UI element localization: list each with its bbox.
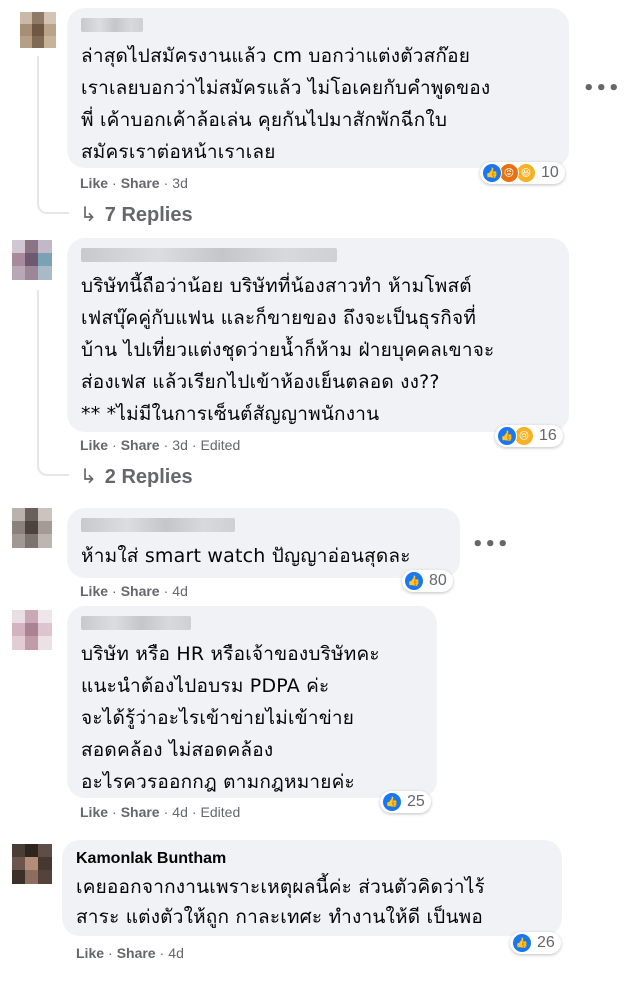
timestamp[interactable]: 4d: [172, 583, 188, 599]
more-options-icon[interactable]: •••: [583, 78, 621, 99]
reply-arrow-icon: ↳: [80, 204, 97, 226]
comment-actions: Like · Share · 3d: [80, 175, 188, 191]
comment-bubble: บริษัท หรือ HR หรือเจ้าของบริษัทคะ แนะนำต…: [67, 606, 437, 798]
share-button[interactable]: Share: [121, 437, 160, 453]
reaction-summary[interactable]: 👍 😢 16: [495, 425, 563, 447]
comment-author[interactable]: [81, 616, 191, 630]
comment-bubble: ห้ามใส่ smart watch ปัญญาอ่อนสุดละ: [67, 508, 460, 578]
like-button[interactable]: Like: [80, 583, 108, 599]
timestamp[interactable]: 3d: [172, 437, 188, 453]
avatar[interactable]: [20, 12, 56, 48]
thumbs-up-icon: 👍: [512, 933, 532, 953]
comment-bubble: ล่าสุดไปสมัครงานแล้ว cm บอกว่าแต่งตัวสก๊…: [67, 8, 569, 168]
reaction-summary[interactable]: 👍 😡 😆 10: [480, 162, 565, 184]
comment-actions: Like · Share · 4d · Edited: [80, 804, 241, 820]
reaction-count: 26: [537, 934, 555, 951]
reaction-summary[interactable]: 👍 26: [510, 932, 561, 954]
thread-line: [37, 290, 39, 464]
reply-arrow-icon: ↳: [80, 466, 97, 488]
like-button[interactable]: Like: [76, 945, 104, 961]
share-button[interactable]: Share: [121, 804, 160, 820]
like-button[interactable]: Like: [80, 437, 108, 453]
timestamp[interactable]: 3d: [172, 175, 188, 191]
thumbs-up-icon: 👍: [497, 426, 517, 446]
thumbs-up-icon: 👍: [482, 163, 502, 183]
share-button[interactable]: Share: [117, 945, 156, 961]
edited-label: Edited: [200, 804, 241, 820]
comment-actions: Like · Share · 3d · Edited: [80, 437, 241, 453]
comment-author[interactable]: Kamonlak Buntham: [76, 850, 548, 868]
comment-bubble: Kamonlak Buntham เคยออกจากงานเพราะเหตุผล…: [62, 840, 562, 936]
view-replies-button[interactable]: ↳ 2 Replies: [80, 464, 193, 489]
reaction-summary[interactable]: 👍 25: [380, 791, 431, 813]
avatar[interactable]: [12, 610, 52, 650]
comment-bubble: บริษัทนี้ถือว่าน้อย บริษัทที่น้องสาวทำ ห…: [67, 238, 569, 432]
comment-text: ล่าสุดไปสมัครงานแล้ว cm บอกว่าแต่งตัวสก๊…: [81, 45, 491, 163]
thread-elbow: [37, 196, 69, 214]
thread-elbow: [37, 458, 69, 476]
comment-text: บริษัทนี้ถือว่าน้อย บริษัทที่น้องสาวทำ ห…: [81, 275, 495, 425]
comment-author[interactable]: [81, 18, 143, 32]
angry-face-icon: 😡: [499, 163, 519, 183]
share-button[interactable]: Share: [121, 175, 160, 191]
like-button[interactable]: Like: [80, 804, 108, 820]
reaction-count: 16: [539, 427, 557, 444]
view-replies-button[interactable]: ↳ 7 Replies: [80, 202, 193, 227]
share-button[interactable]: Share: [121, 583, 160, 599]
edited-label: Edited: [200, 437, 241, 453]
laughing-face-icon: 😆: [516, 163, 536, 183]
thumbs-up-icon: 👍: [404, 571, 424, 591]
comment-author[interactable]: [81, 518, 235, 532]
thread-line: [37, 56, 39, 202]
sad-face-icon: 😢: [514, 426, 534, 446]
avatar[interactable]: [12, 844, 52, 884]
reaction-count: 80: [429, 572, 447, 589]
timestamp[interactable]: 4d: [168, 945, 184, 961]
timestamp[interactable]: 4d: [172, 804, 188, 820]
comment-author[interactable]: [81, 248, 337, 262]
avatar[interactable]: [12, 508, 52, 548]
like-button[interactable]: Like: [80, 175, 108, 191]
avatar[interactable]: [12, 240, 52, 280]
comment-text: บริษัท หรือ HR หรือเจ้าของบริษัทคะ แนะนำต…: [81, 643, 380, 793]
comment-actions: Like · Share · 4d: [80, 583, 188, 599]
reaction-count: 25: [407, 793, 425, 810]
comment-text: ห้ามใส่ smart watch ปัญญาอ่อนสุดละ: [81, 545, 411, 567]
comment-text: เคยออกจากงานเพราะเหตุผลนี้ค่ะ ส่วนตัวคิด…: [76, 876, 485, 928]
more-options-icon[interactable]: •••: [472, 534, 510, 555]
reaction-summary[interactable]: 👍 80: [402, 570, 453, 592]
comment-actions: Like · Share · 4d: [76, 945, 184, 961]
reaction-count: 10: [541, 164, 559, 181]
thumbs-up-icon: 👍: [382, 792, 402, 812]
